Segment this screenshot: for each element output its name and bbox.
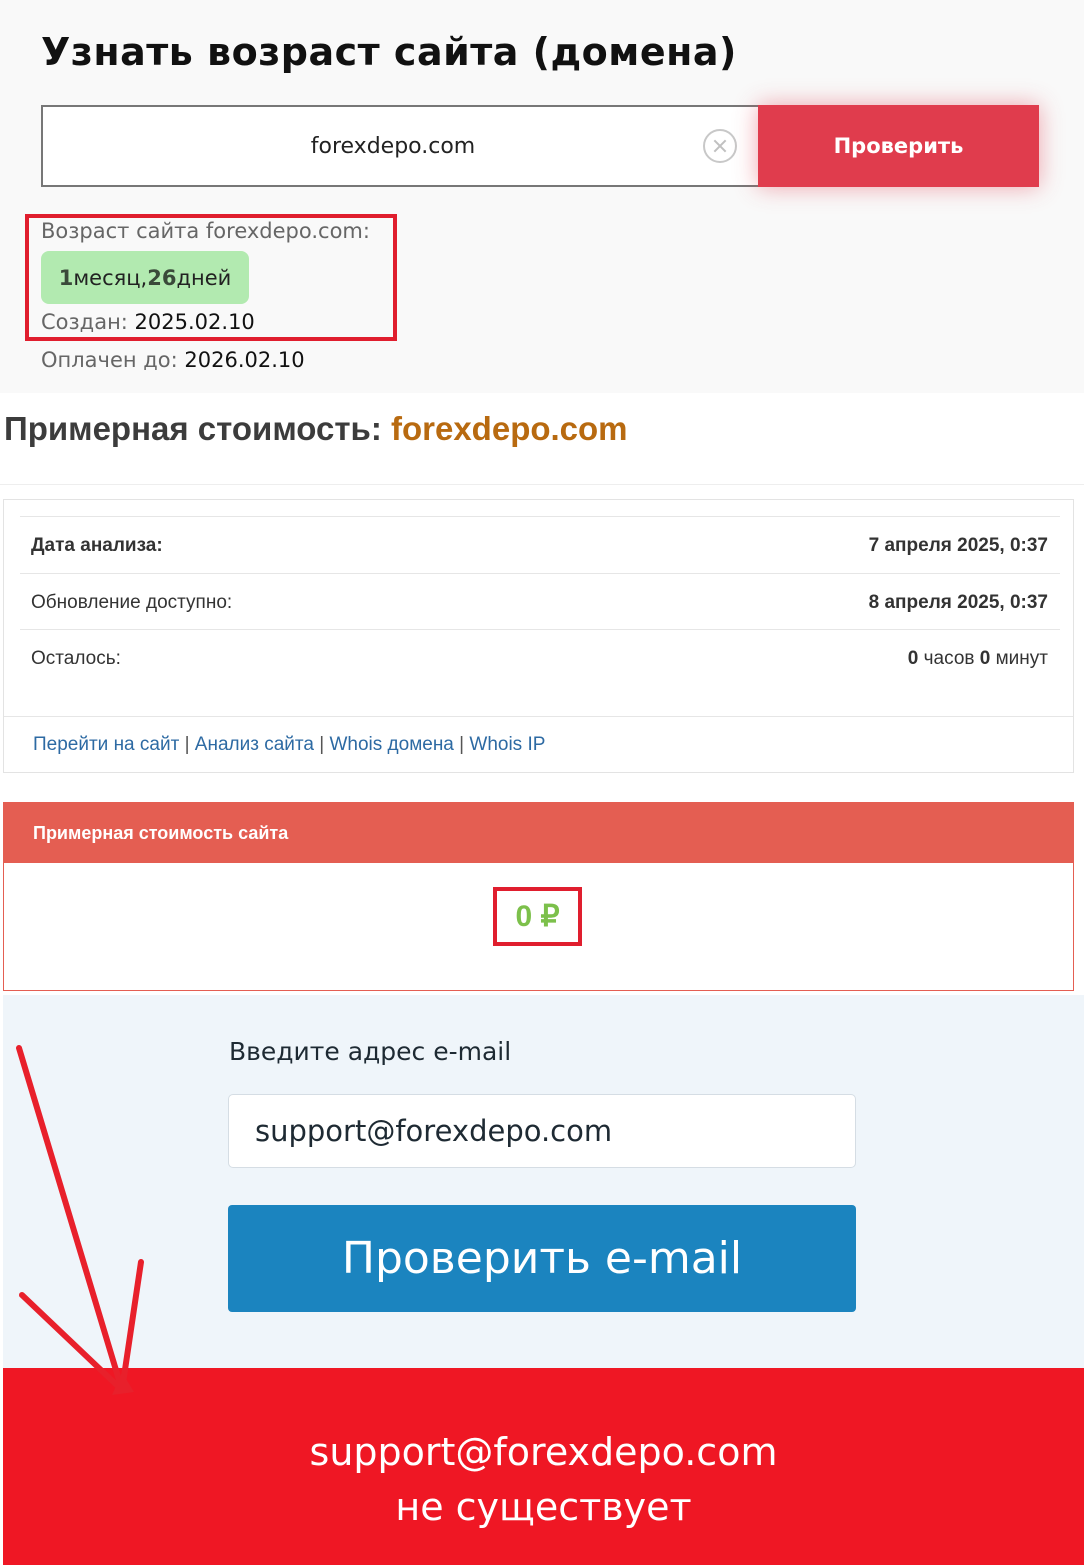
domain-search-form: forexdepo.com Проверить <box>41 105 1039 187</box>
link-separator: | <box>179 734 195 755</box>
remaining-hours-number: 0 <box>907 648 919 669</box>
price-title-prefix: Примерная стоимость: <box>4 410 391 447</box>
page: Узнать возраст сайта (домена) forexdepo.… <box>0 0 1084 1565</box>
paid-value: 2026.02.10 <box>184 348 305 372</box>
link-whois-domain[interactable]: Whois домена <box>329 734 453 755</box>
remaining-hours-word: часов <box>918 648 980 669</box>
email-result-address: support@forexdepo.com <box>309 1430 778 1474</box>
update-available-value: 8 апреля 2025, 0:37 <box>868 592 1048 613</box>
link-whois-ip[interactable]: Whois IP <box>469 734 545 755</box>
check-email-button[interactable]: Проверить e-mail <box>228 1205 856 1312</box>
price-title-domain: forexdepo.com <box>390 410 628 447</box>
site-value-card: Примерная стоимость сайта 0 ₽ <box>3 802 1074 991</box>
analysis-date-value: 7 апреля 2025, 0:37 <box>868 535 1048 556</box>
page-title: Узнать возраст сайта (домена) <box>41 30 737 74</box>
link-separator: | <box>313 734 330 755</box>
age-months-number: 1 <box>58 265 74 290</box>
age-badge: 1 месяц, 26 дней <box>41 251 249 304</box>
age-result-label: Возраст сайта forexdepo.com: <box>41 219 370 243</box>
created-label: Создан: <box>41 310 135 334</box>
remaining-minutes-number: 0 <box>979 648 991 669</box>
email-field-label: Введите адрес e-mail <box>229 1037 512 1066</box>
link-separator: | <box>453 734 470 755</box>
site-value-amount: 0 ₽ <box>493 887 582 946</box>
domain-age-section: Узнать возраст сайта (домена) forexdepo.… <box>0 0 1084 393</box>
age-months-word: месяц, <box>73 265 148 290</box>
site-value-card-header: Примерная стоимость сайта <box>4 803 1073 863</box>
paid-label: Оплачен до: <box>41 348 185 372</box>
table-row: Обновление доступно: 8 апреля 2025, 0:37 <box>20 573 1060 630</box>
price-title: Примерная стоимость: forexdepo.com <box>4 410 628 448</box>
remaining-minutes-word: минут <box>990 648 1048 669</box>
email-field[interactable]: support@forexdepo.com <box>228 1094 856 1168</box>
created-value: 2025.02.10 <box>134 310 255 334</box>
clear-icon[interactable] <box>703 129 737 163</box>
table-row: Осталось: 0 часов 0 минут <box>20 629 1060 686</box>
update-available-label: Обновление доступно: <box>31 592 233 613</box>
email-result-status: не существует <box>395 1485 692 1529</box>
email-check-section: Введите адрес e-mail support@forexdepo.c… <box>3 995 1084 1368</box>
table-row: Дата анализа: 7 апреля 2025, 0:37 <box>20 516 1060 573</box>
divider <box>0 484 1084 485</box>
domain-input-value: forexdepo.com <box>310 133 476 159</box>
analysis-info-table: Дата анализа: 7 апреля 2025, 0:37 Обновл… <box>3 499 1074 773</box>
created-date: Создан: 2025.02.10 <box>41 310 255 334</box>
age-days-word: дней <box>176 265 232 290</box>
site-value-card-title: Примерная стоимость сайта <box>33 823 289 843</box>
analysis-date-label: Дата анализа: <box>31 535 163 556</box>
age-days-number: 26 <box>147 265 177 290</box>
remaining-label: Осталось: <box>31 648 121 669</box>
paid-until-date: Оплачен до: 2026.02.10 <box>41 348 305 372</box>
link-go-to-site[interactable]: Перейти на сайт <box>33 734 179 755</box>
domain-input[interactable]: forexdepo.com <box>41 105 761 187</box>
email-result-banner: support@forexdepo.com не существует <box>3 1368 1084 1565</box>
remaining-value: 0 часов 0 минут <box>908 648 1048 670</box>
check-domain-button[interactable]: Проверить <box>758 105 1039 187</box>
link-site-analysis[interactable]: Анализ сайта <box>195 734 314 755</box>
quick-links: Перейти на сайт | Анализ сайта | Whois д… <box>4 716 1073 773</box>
